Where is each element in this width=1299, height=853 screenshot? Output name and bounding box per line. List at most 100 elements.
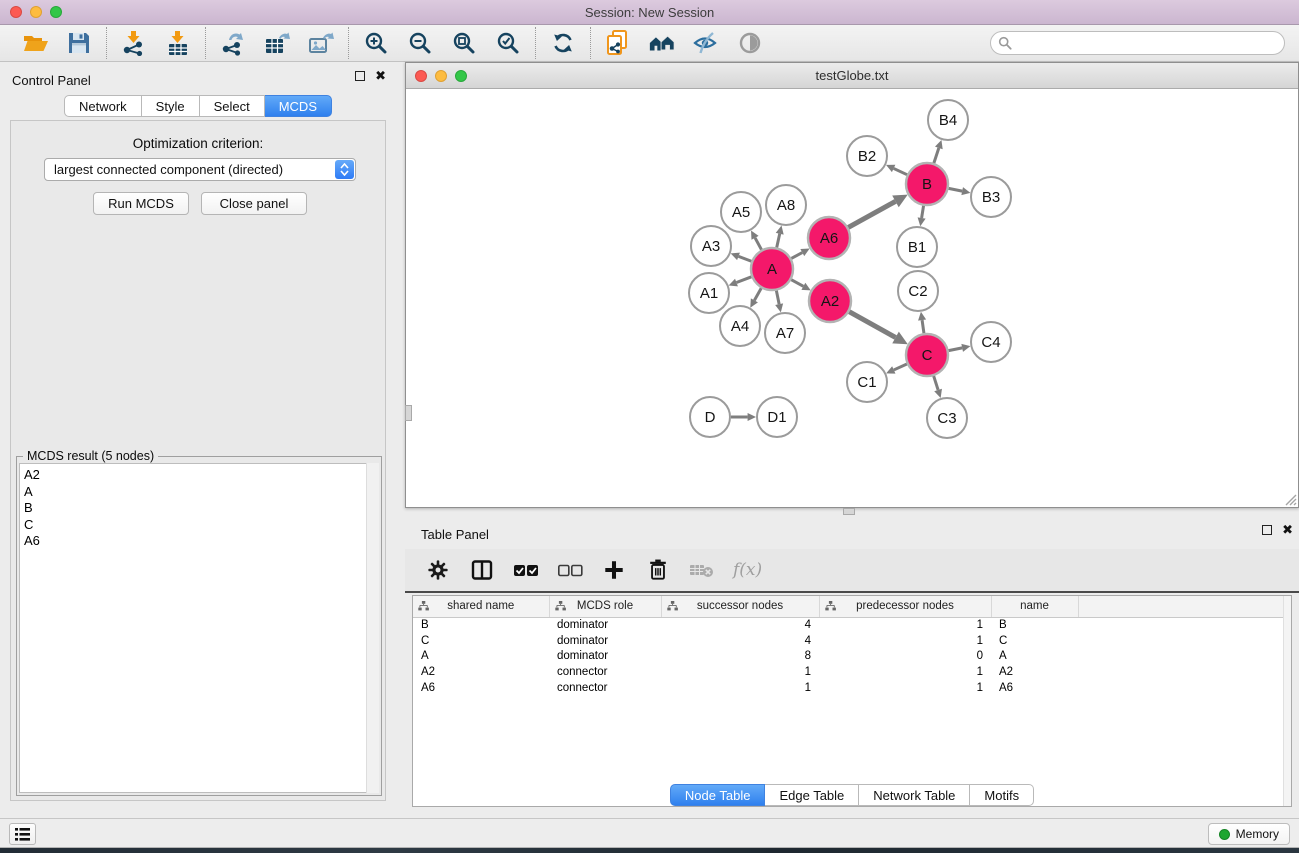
task-history-button[interactable] [9, 823, 36, 845]
table-row[interactable]: Bdominator41B [413, 617, 1291, 633]
export-image-icon[interactable] [307, 29, 335, 57]
tab-select[interactable]: Select [200, 95, 265, 117]
close-table-panel-icon[interactable]: ✖ [1282, 525, 1293, 535]
graph-node-label: B1 [908, 239, 926, 256]
dropdown-stepper-icon [335, 160, 354, 179]
float-panel-icon[interactable] [355, 71, 365, 81]
table-row[interactable]: Adominator80A [413, 649, 1291, 665]
graph-node-label: D [705, 409, 716, 426]
result-scrollbar[interactable] [366, 463, 379, 793]
result-item[interactable]: A2 [24, 467, 378, 484]
graph-edge-B-B4[interactable] [934, 148, 939, 163]
deselect-all-icon[interactable] [557, 557, 583, 583]
tab-network[interactable]: Network [64, 95, 142, 117]
table-scrollbar[interactable] [1283, 596, 1291, 806]
result-item[interactable]: C [24, 517, 378, 534]
table-row[interactable]: A6connector11A6 [413, 680, 1291, 696]
canvas-bottom-scroll-thumb[interactable] [843, 508, 855, 515]
result-item[interactable]: A6 [24, 533, 378, 550]
export-table-icon[interactable] [263, 29, 291, 57]
mcds-result-list[interactable]: A2ABCA6 [19, 463, 379, 793]
search-input[interactable] [990, 31, 1285, 55]
column-header-shared-name[interactable]: shared name [413, 596, 549, 617]
criterion-dropdown[interactable]: largest connected component (directed) [44, 158, 356, 181]
edge-arrowhead [748, 413, 756, 421]
hide-details-icon[interactable] [692, 29, 720, 57]
graph-node-label: D1 [767, 409, 786, 426]
run-mcds-button[interactable]: Run MCDS [93, 192, 189, 215]
tab-style[interactable]: Style [142, 95, 200, 117]
refresh-icon[interactable] [549, 29, 577, 57]
select-all-icon[interactable] [513, 557, 539, 583]
graph-edge-A-A2[interactable] [791, 280, 803, 287]
graph-edge-A6-B[interactable] [848, 201, 895, 227]
tab-node-table[interactable]: Node Table [670, 784, 766, 806]
memory-button[interactable]: Memory [1208, 823, 1290, 845]
column-header-predecessor-nodes[interactable]: predecessor nodes [819, 596, 991, 617]
memory-status-icon [1219, 829, 1230, 840]
column-header-name[interactable]: name [991, 596, 1078, 617]
status-bar: Memory [0, 818, 1299, 848]
result-item[interactable]: B [24, 500, 378, 517]
edge-arrowhead [961, 187, 970, 195]
graph-node-label: B4 [939, 112, 957, 129]
result-item[interactable]: A [24, 484, 378, 501]
network-canvas[interactable]: B4B2BB3A5A8A6B1A3AC2A1A2A4A7C4CC1C3DD1 [406, 89, 1298, 507]
graph-edge-C-C3[interactable] [934, 376, 938, 390]
show-columns-icon[interactable] [469, 557, 495, 583]
tab-motifs[interactable]: Motifs [970, 784, 1034, 806]
tab-edge-table[interactable]: Edge Table [765, 784, 859, 806]
search-icon [998, 36, 1012, 50]
import-table-icon[interactable] [164, 29, 192, 57]
graph-edge-C-C1[interactable] [894, 364, 907, 370]
graph-edge-B-B3[interactable] [949, 188, 963, 191]
graph-edge-A-A5[interactable] [755, 238, 761, 250]
table-row[interactable]: A2connector11A2 [413, 664, 1291, 680]
zoom-fit-icon[interactable] [450, 29, 478, 57]
show-details-icon[interactable] [736, 29, 764, 57]
node-table: shared name MCDS role successor nodes pr… [412, 595, 1292, 807]
table-row[interactable]: Cdominator41C [413, 633, 1291, 649]
resize-grip-icon[interactable] [1283, 492, 1297, 506]
graph-edge-A-A8[interactable] [777, 234, 780, 248]
delete-column-icon[interactable] [645, 557, 671, 583]
column-header-mcds-role[interactable]: MCDS role [549, 596, 661, 617]
graph-node-label: A [767, 261, 777, 278]
close-panel-button[interactable]: Close panel [201, 192, 307, 215]
graph-edge-A-A7[interactable] [776, 291, 779, 305]
graph-edge-B-B1[interactable] [922, 206, 924, 218]
list-icon [15, 828, 30, 841]
zoom-out-icon[interactable] [406, 29, 434, 57]
add-column-icon[interactable] [601, 557, 627, 583]
open-session-icon[interactable] [21, 29, 49, 57]
save-session-icon[interactable] [65, 29, 93, 57]
tab-mcds[interactable]: MCDS [265, 95, 332, 117]
canvas-left-scroll-thumb[interactable] [405, 405, 412, 421]
graph-edge-A-A1[interactable] [736, 277, 751, 283]
export-network-icon[interactable] [219, 29, 247, 57]
close-panel-icon[interactable]: ✖ [375, 71, 386, 81]
graph-edge-C-C2[interactable] [922, 320, 924, 333]
import-network-icon[interactable] [120, 29, 148, 57]
node-table-body: Bdominator41BCdominator41CAdominator80AA… [413, 617, 1291, 696]
network-window-titlebar[interactable]: testGlobe.txt [406, 63, 1298, 89]
zoom-in-icon[interactable] [362, 29, 390, 57]
graph-edge-A-A3[interactable] [739, 256, 752, 261]
zoom-selected-icon[interactable] [494, 29, 522, 57]
network-graph[interactable]: B4B2BB3A5A8A6B1A3AC2A1A2A4A7C4CC1C3DD1 [406, 89, 1298, 507]
graph-edge-A2-C[interactable] [849, 312, 895, 338]
graph-edge-B-B2[interactable] [894, 168, 907, 174]
float-table-panel-icon[interactable] [1262, 525, 1272, 535]
column-header-successor-nodes[interactable]: successor nodes [661, 596, 819, 617]
graph-node-label: C2 [908, 283, 927, 300]
tab-network-table[interactable]: Network Table [859, 784, 970, 806]
graph-edge-A-A4[interactable] [754, 288, 761, 300]
criterion-dropdown-value: largest connected component (directed) [54, 162, 283, 177]
settings-gear-icon[interactable] [425, 557, 451, 583]
home-layout-icon[interactable] [648, 29, 676, 57]
delete-table-icon[interactable] [689, 557, 715, 583]
graph-edge-C-C4[interactable] [949, 348, 963, 351]
graph-edge-A-A6[interactable] [791, 253, 802, 259]
function-builder-icon[interactable]: f(x) [733, 560, 762, 580]
copy-network-view-icon[interactable] [604, 29, 632, 57]
